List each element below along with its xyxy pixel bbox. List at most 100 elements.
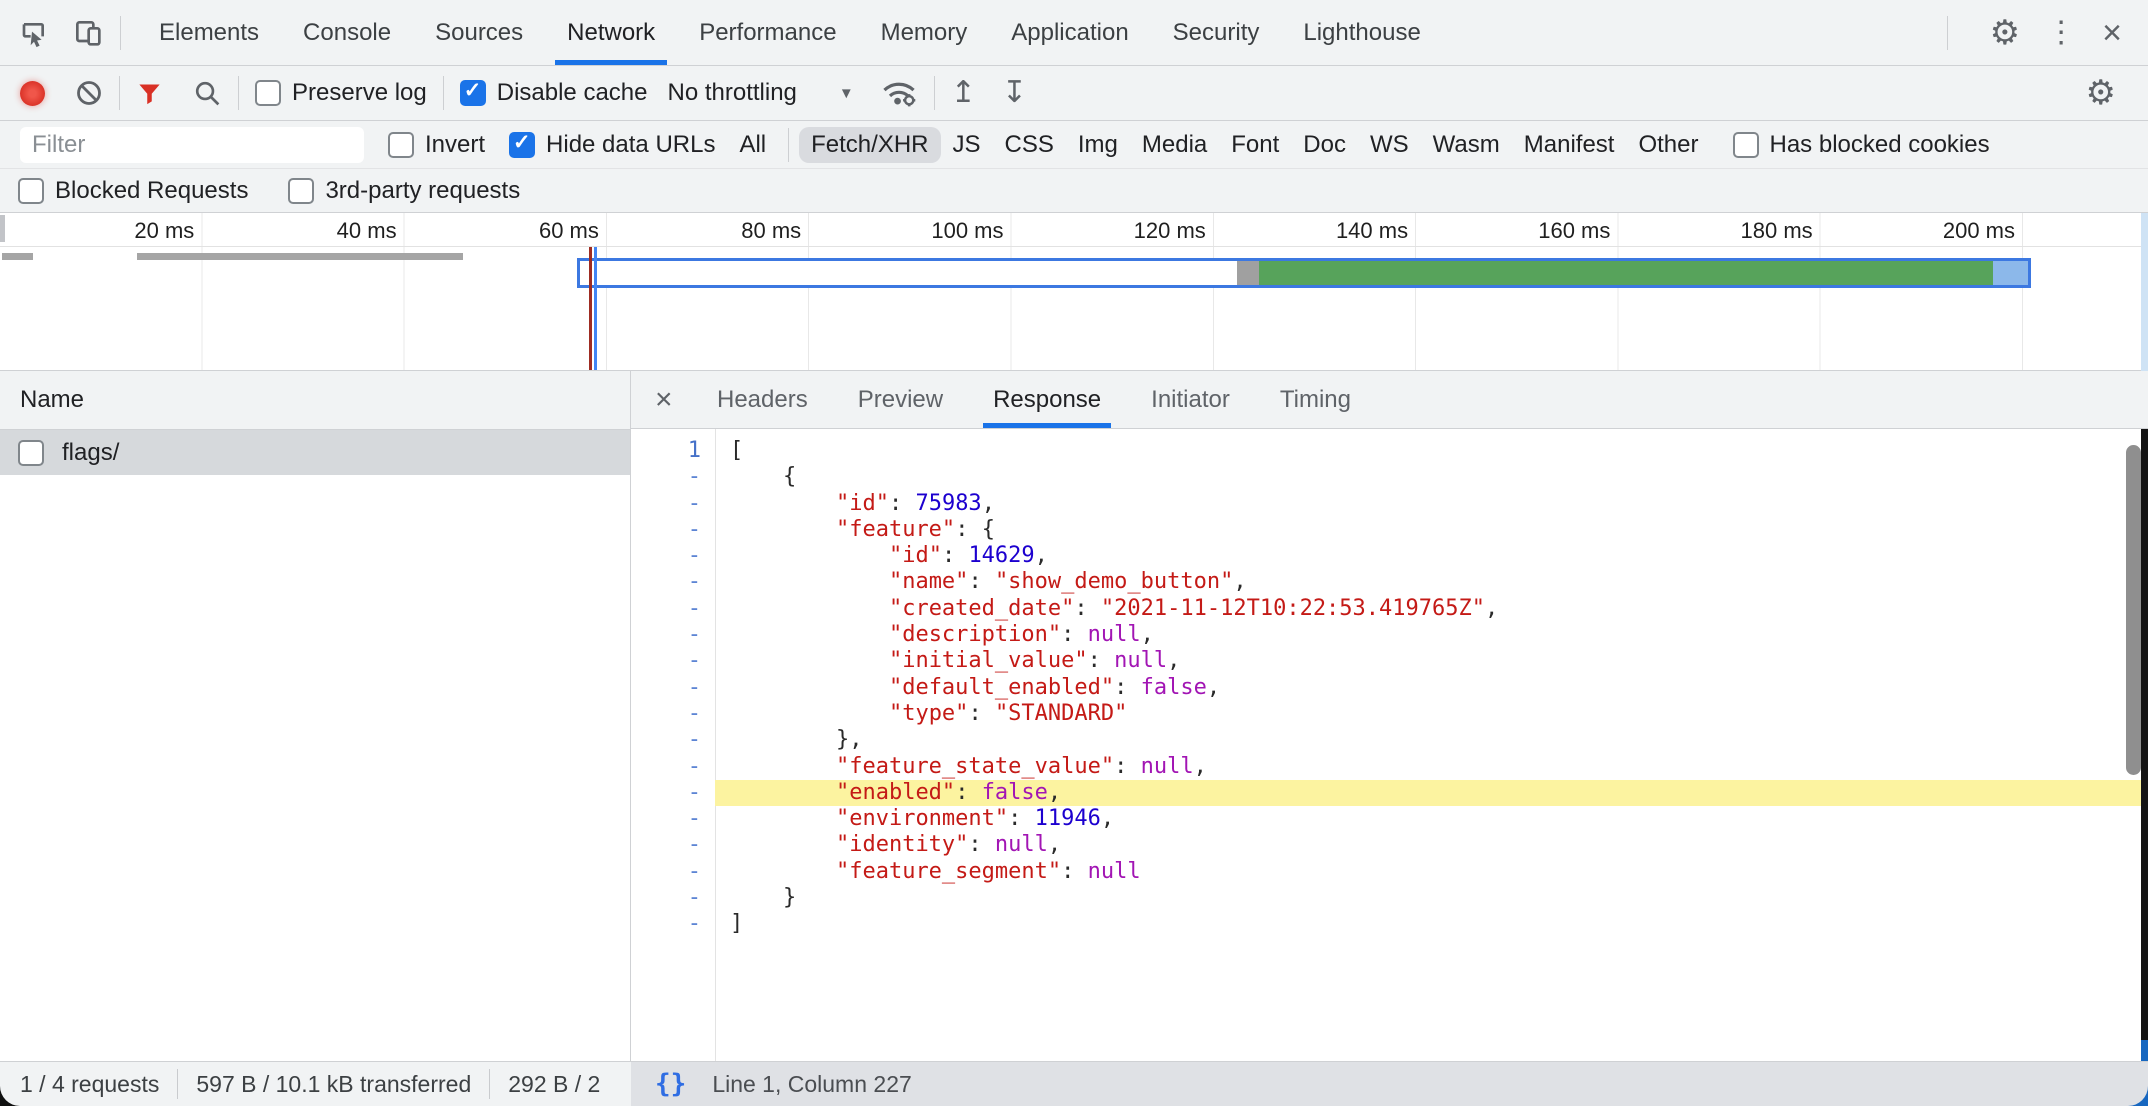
details-tab-timing[interactable]: Timing [1258,371,1373,428]
network-toolbar: Preserve log Disable cache No throttling… [0,66,2148,121]
preserve-log-checkbox[interactable] [255,80,281,106]
settings-gear-icon[interactable]: ⚙ [1990,16,2020,50]
filter-type-font[interactable]: Font [1219,127,1291,163]
record-button[interactable] [20,81,45,106]
filter-funnel-icon[interactable] [136,80,163,107]
request-bar-small[interactable] [2,253,33,260]
ruler-tick-label: 100 ms [862,218,1004,244]
response-line: - "environment": 11946, [631,806,2141,832]
chevron-down-icon[interactable]: ▼ [839,85,854,102]
filter-type-media[interactable]: Media [1130,127,1219,163]
main-tab-network[interactable]: Network [545,0,677,65]
details-tab-headers[interactable]: Headers [695,371,830,428]
main-tab-performance[interactable]: Performance [677,0,858,65]
bar-waiting-segment [580,261,1237,285]
divider [120,16,121,50]
pretty-print-icon[interactable]: {} [655,1069,686,1099]
ruler-tick-label: 120 ms [1064,218,1206,244]
request-type-filters: All Fetch/XHRJSCSSImgMediaFontDocWSWasmMa… [727,127,1710,163]
response-line: - "type": "STANDARD" [631,701,2141,727]
domcontentloaded-event-line [594,247,597,371]
blocked-requests-label: Blocked Requests [55,177,248,205]
fold-marker: - [631,806,715,832]
filter-type-js[interactable]: JS [941,127,993,163]
ruler-tick-label: 140 ms [1266,218,1408,244]
blocked-requests-checkbox[interactable] [18,178,44,204]
filter-type-img[interactable]: Img [1066,127,1130,163]
response-line: - "name": "show_demo_button", [631,569,2141,595]
response-line: - "default_enabled": false, [631,675,2141,701]
hide-data-urls-checkbox[interactable] [509,132,535,158]
response-viewer[interactable]: 1[- {- "id": 75983,- "feature": {- "id":… [631,429,2141,1061]
filter-type-fetch-xhr[interactable]: Fetch/XHR [799,127,940,163]
fold-marker: - [631,622,715,648]
name-column-header[interactable]: Name [0,371,630,430]
clear-icon[interactable] [75,79,103,107]
main-tab-elements[interactable]: Elements [137,0,281,65]
divider [177,1069,178,1099]
has-blocked-cookies-checkbox[interactable] [1733,132,1759,158]
selected-request-bar[interactable] [577,258,2031,288]
filter-type-ws[interactable]: WS [1358,127,1421,163]
inspect-icon[interactable] [18,17,50,49]
status-item: 597 B / 10.1 kB transferred [196,1071,471,1098]
response-line: - } [631,885,2141,911]
close-icon[interactable]: × [2102,16,2122,50]
filter-type-all[interactable]: All [727,127,778,163]
disable-cache-checkbox[interactable] [460,80,486,106]
details-tab-preview[interactable]: Preview [836,371,965,428]
details-tab-initiator[interactable]: Initiator [1129,371,1252,428]
response-line: -] [631,911,2141,937]
filter-type-doc[interactable]: Doc [1291,127,1358,163]
details-tab-response[interactable]: Response [971,371,1123,428]
fold-marker: - [631,859,715,885]
main-tab-security[interactable]: Security [1151,0,1282,65]
bar-stalled-segment [1237,261,1259,285]
third-party-checkbox[interactable] [288,178,314,204]
invert-checkbox[interactable] [388,132,414,158]
fold-marker: - [631,780,715,806]
fold-marker: - [631,701,715,727]
overview-grip [0,215,5,242]
close-details-icon[interactable]: × [655,383,689,417]
more-kebab-icon[interactable]: ⋮ [2046,18,2076,48]
ruler-tick-label: 20 ms [52,218,194,244]
main-tab-memory[interactable]: Memory [859,0,990,65]
request-row-checkbox[interactable] [18,440,44,466]
response-line: - "description": null, [631,622,2141,648]
device-toolbar-icon[interactable] [72,17,104,49]
details-tab-strip: HeadersPreviewResponseInitiatorTiming [689,371,1373,428]
filter-type-other[interactable]: Other [1626,127,1710,163]
import-har-icon[interactable]: ↥ [951,78,976,108]
preserve-log-label: Preserve log [292,79,427,107]
network-overview-waterfall[interactable]: 20 ms40 ms60 ms80 ms100 ms120 ms140 ms16… [0,213,2141,371]
bar-tail-segment [1993,261,2028,285]
main-tab-application[interactable]: Application [989,0,1150,65]
main-tab-console[interactable]: Console [281,0,413,65]
network-conditions-icon[interactable] [880,77,918,109]
has-blocked-cookies-label: Has blocked cookies [1770,131,1990,159]
response-line-highlighted: - "enabled": false, [631,780,2141,806]
response-line: - "id": 14629, [631,543,2141,569]
throttling-select[interactable]: No throttling [667,79,796,107]
search-icon[interactable] [193,79,222,108]
request-row-flags[interactable]: flags/ [0,430,630,475]
request-bar-small[interactable] [137,253,463,260]
fold-marker: - [631,543,715,569]
main-tab-sources[interactable]: Sources [413,0,545,65]
filter-input[interactable] [20,127,364,163]
filter-type-wasm[interactable]: Wasm [1421,127,1512,163]
response-line: - "id": 75983, [631,491,2141,517]
line-number: 1 [631,438,715,464]
main-tab-lighthouse[interactable]: Lighthouse [1281,0,1442,65]
vertical-scrollbar[interactable] [2126,445,2141,775]
filter-type-manifest[interactable]: Manifest [1512,127,1627,163]
filter-type-css[interactable]: CSS [993,127,1066,163]
export-har-icon[interactable]: ↧ [1002,78,1027,108]
response-line: - "feature_segment": null [631,859,2141,885]
details-tab-bar: × HeadersPreviewResponseInitiatorTiming [631,371,2148,429]
response-line: - "created_date": "2021-11-12T10:22:53.4… [631,596,2141,622]
fold-marker: - [631,517,715,543]
fold-marker: - [631,754,715,780]
network-settings-gear-icon[interactable]: ⚙ [2086,76,2116,110]
